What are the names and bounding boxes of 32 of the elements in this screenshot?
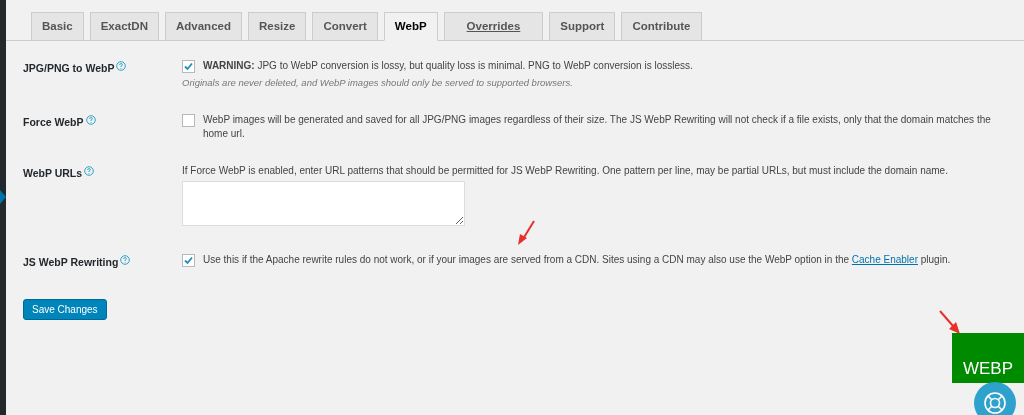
menu-pointer-icon bbox=[0, 190, 6, 204]
setting-description: WARNING: JPG to WebP conversion is lossy, but quality loss is minimal. PNG to WebP conversion is lossless. bbox=[203, 59, 693, 73]
help-icon[interactable] bbox=[120, 255, 131, 266]
tab[interactable]: Convert bbox=[312, 12, 378, 41]
help-icon[interactable] bbox=[85, 115, 96, 126]
setting-description: Use this if the Apache rewrite rules do not work, or if your images are served from a CDN. Sites using a CDN may also use the WebP option in the Cache Enabler plugin. bbox=[203, 253, 951, 268]
tab[interactable]: Support bbox=[549, 12, 616, 41]
save-changes-button[interactable]: Save Changes bbox=[23, 299, 107, 320]
url-patterns-field[interactable] bbox=[182, 181, 465, 227]
tab[interactable]: Contribute bbox=[621, 12, 702, 41]
setting-note: Originals are never deleted, and WebP images should only be served to supported browsers. bbox=[182, 76, 574, 90]
setting-label: JS WebP Rewriting bbox=[23, 256, 119, 269]
tab[interactable]: Resize bbox=[247, 12, 307, 41]
webp-badge: WEBP bbox=[952, 333, 1024, 383]
tab[interactable]: Overrides bbox=[443, 12, 544, 41]
arrow-icon bbox=[938, 309, 962, 335]
setting-label: JPG/PNG to WebP bbox=[23, 62, 115, 74]
lifebuoy-icon[interactable] bbox=[974, 382, 1016, 415]
setting-label: Force WebP bbox=[23, 116, 84, 129]
setting-label: WebP URLs bbox=[23, 167, 83, 180]
setting-description: If Force WebP is enabled, enter URL patterns that should be permitted for JS WebP Rewriting. One pattern per line, may be partial URLs, but must include the domain name. bbox=[182, 164, 949, 179]
help-icon[interactable] bbox=[116, 61, 127, 71]
cache-enabler-link[interactable]: Cache Enabler bbox=[851, 254, 918, 266]
checkbox[interactable] bbox=[182, 254, 195, 268]
checkbox[interactable] bbox=[182, 114, 195, 128]
setting-description: WebP images will be generated and saved for all JPG/PNG images regardless of their size. The JS WebP Rewriting will not check if a file exists, only that the domain matches the home url. bbox=[203, 113, 992, 142]
tab[interactable]: Basic bbox=[31, 12, 84, 41]
tab[interactable]: Advanced bbox=[165, 12, 242, 41]
tab[interactable]: WebP bbox=[383, 12, 438, 41]
help-icon[interactable] bbox=[84, 166, 95, 177]
tab[interactable]: ExactDN bbox=[89, 12, 159, 41]
checkbox[interactable] bbox=[182, 60, 195, 73]
